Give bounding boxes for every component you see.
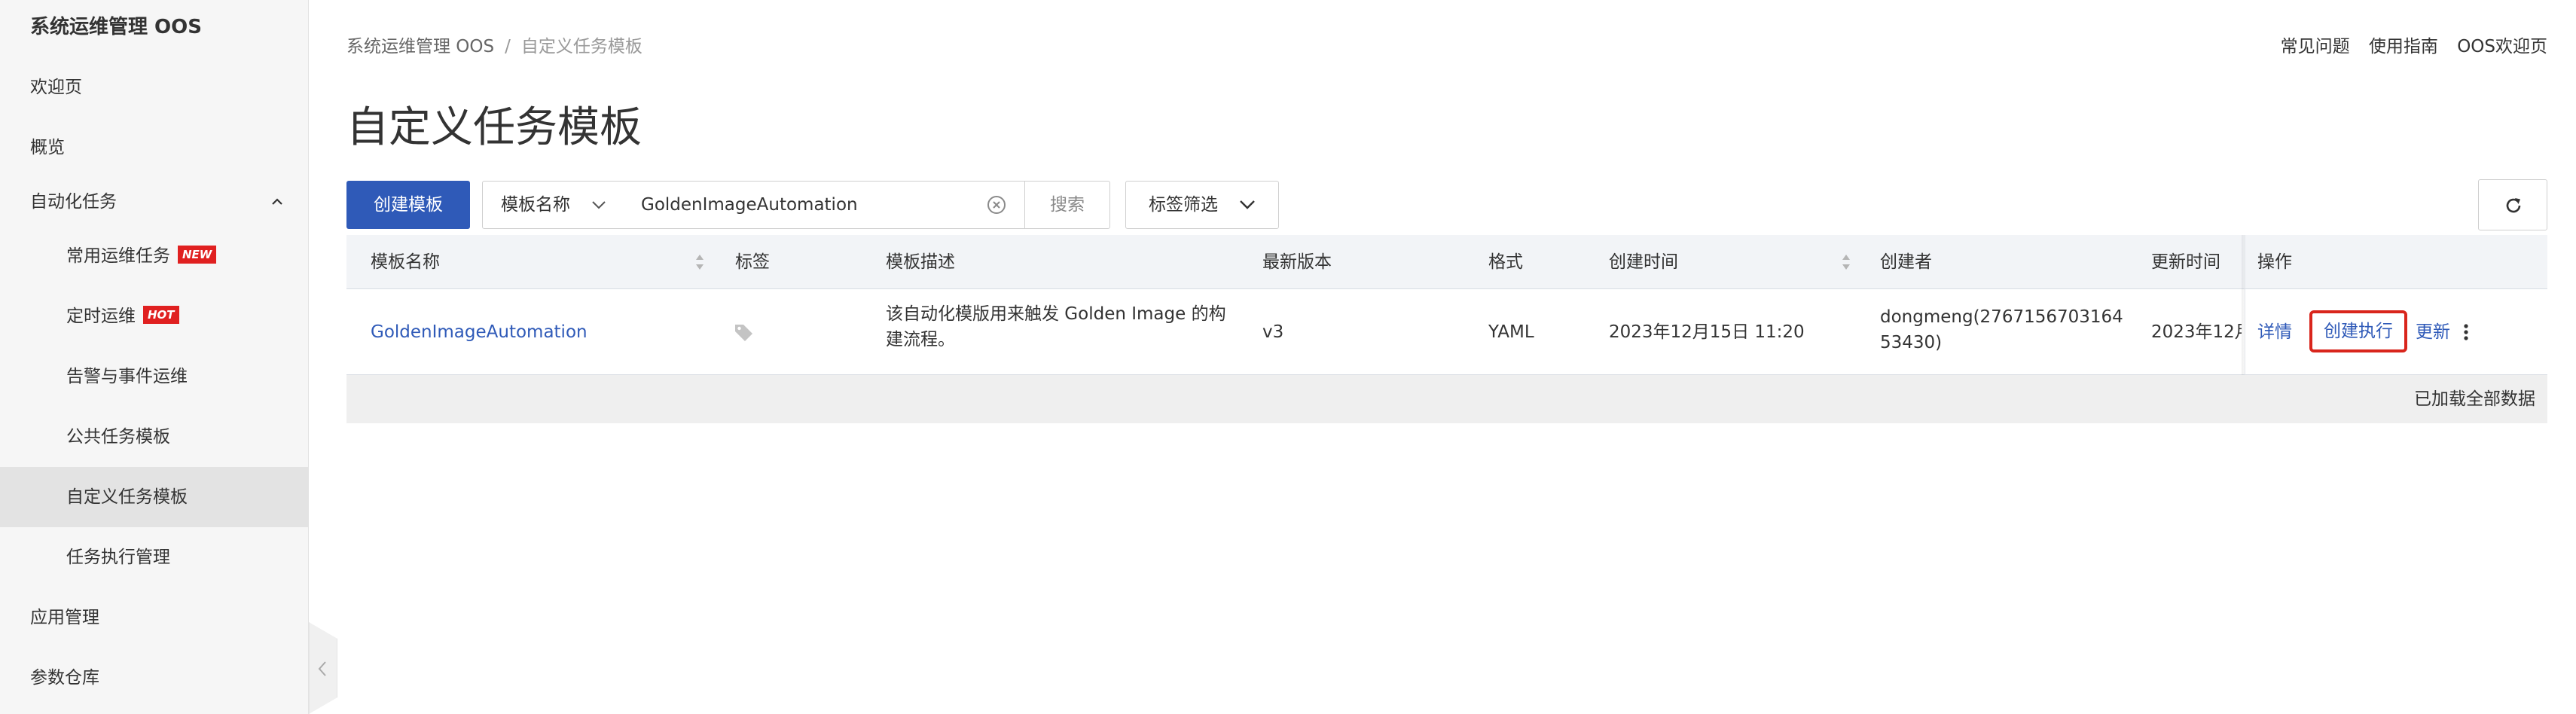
sidebar-item-label: 常用运维任务 (66, 246, 170, 266)
template-version: v3 (1262, 322, 1284, 342)
details-link[interactable]: 详情 (2257, 319, 2292, 345)
sidebar-group-automation[interactable]: 自动化任务 (0, 175, 309, 229)
search-field-select-value: 模板名称 (501, 195, 570, 215)
search-input[interactable] (621, 181, 1025, 229)
new-badge: NEW (178, 245, 217, 264)
top-links: 常见问题 使用指南 OOS欢迎页 (2267, 32, 2547, 57)
column-header-format: 格式 (1488, 252, 1523, 272)
refresh-icon (2506, 198, 2521, 213)
sidebar-item-label: 任务执行管理 (66, 548, 170, 567)
chevron-down-icon (592, 201, 606, 209)
column-header-description: 模板描述 (886, 252, 955, 272)
more-vertical-icon[interactable] (2462, 321, 2470, 343)
sidebar-item-parameters[interactable]: 参数仓库 (0, 648, 309, 708)
faq-link[interactable]: 常见问题 (2281, 37, 2350, 56)
tag-icon[interactable] (734, 322, 755, 342)
column-header-tags: 标签 (735, 252, 770, 272)
welcome-link[interactable]: OOS欢迎页 (2457, 37, 2547, 56)
sidebar-item-public-templates[interactable]: 公共任务模板 (0, 407, 309, 467)
description-line: 该自动化模版用来触发 Golden Image 的构 (886, 304, 1226, 324)
breadcrumb-separator: / (505, 37, 511, 56)
tag-filter-button[interactable]: 标签筛选 (1125, 181, 1279, 229)
guide-link[interactable]: 使用指南 (2369, 37, 2438, 56)
chevron-down-icon (1240, 200, 1255, 209)
chevron-left-icon (318, 661, 326, 676)
sidebar-item-scheduled[interactable]: 定时运维 HOT (0, 286, 309, 346)
sidebar-item-overview[interactable]: 概览 (0, 117, 309, 178)
template-description: 该自动化模版用来触发 Golden Image 的构 建流程。 (886, 301, 1240, 352)
sidebar-item-common-tasks[interactable]: 常用运维任务 NEW (0, 226, 309, 286)
column-header-actions: 操作 (2257, 252, 2292, 272)
sidebar-item-label: 概览 (30, 138, 65, 157)
search-button[interactable]: 搜索 (1024, 181, 1110, 229)
sidebar-item-label: 欢迎页 (30, 78, 82, 97)
create-template-button[interactable]: 创建模板 (346, 181, 470, 229)
ops-header-cell: 操作 (2245, 235, 2547, 289)
sidebar-item-welcome[interactable]: 欢迎页 (0, 57, 309, 117)
template-created-time: 2023年12月15日 11:20 (1609, 322, 1805, 342)
sidebar-item-custom-templates[interactable]: 自定义任务模板 (0, 467, 309, 527)
creator-line: dongmeng(2767156703164 (1880, 307, 2123, 327)
sort-icon[interactable] (694, 252, 705, 273)
column-header-name: 模板名称 (371, 252, 440, 272)
breadcrumb-root[interactable]: 系统运维管理 OOS (346, 37, 494, 56)
column-header-version: 最新版本 (1262, 252, 1332, 272)
sidebar-item-label: 定时运维 (66, 307, 136, 326)
sidebar: 系统运维管理 OOS 欢迎页 概览 自动化任务 常用运维任务 NEW 定时运维 HO… (0, 0, 309, 714)
page-title: 自定义任务模板 (346, 103, 642, 152)
template-updated-time: 2023年12月 (2151, 322, 2242, 342)
template-format: YAML (1488, 322, 1534, 342)
chevron-up-icon (272, 198, 282, 205)
search-field-select[interactable]: 模板名称 (482, 181, 622, 229)
update-link[interactable]: 更新 (2416, 319, 2450, 345)
hot-badge: HOT (143, 305, 179, 324)
sidebar-item-label: 应用管理 (30, 608, 99, 627)
templates-table: 模板名称 标签 模板描述 最新版本 格式 创建时间 创建者 更新时间 Golde… (346, 235, 2547, 423)
breadcrumb-current: 自定义任务模板 (520, 37, 642, 56)
table-footer: 已加载全部数据 (346, 375, 2547, 423)
clear-icon[interactable] (987, 195, 1006, 215)
template-name-link[interactable]: GoldenImageAutomation (371, 319, 588, 345)
breadcrumb: 系统运维管理 OOS / 自定义任务模板 (346, 32, 642, 57)
template-creator: dongmeng(2767156703164 53430) (1880, 304, 2136, 355)
sidebar-item-label: 告警与事件运维 (66, 367, 188, 386)
column-header-updated: 更新时间 (2151, 252, 2220, 272)
sidebar-item-label: 自动化任务 (30, 192, 117, 212)
creator-line: 53430) (1880, 333, 1943, 352)
app-root: 系统运维管理 OOS 欢迎页 概览 自动化任务 常用运维任务 NEW 定时运维 HO… (0, 0, 2576, 714)
ops-column: 操作 详情 更新 (2245, 235, 2547, 375)
sidebar-item-label: 公共任务模板 (66, 427, 170, 447)
sidebar-item-alerts[interactable]: 告警与事件运维 (0, 346, 309, 407)
column-header-created: 创建时间 (1609, 252, 1678, 272)
column-header-creator: 创建者 (1880, 252, 1932, 272)
table-row: GoldenImageAutomation 该自动化模版用来触发 Golden … (346, 289, 2547, 375)
description-line: 建流程。 (886, 330, 955, 349)
table-header: 模板名称 标签 模板描述 最新版本 格式 创建时间 创建者 更新时间 (346, 235, 2547, 289)
sidebar-item-executions[interactable]: 任务执行管理 (0, 527, 309, 587)
refresh-button[interactable] (2478, 179, 2547, 230)
create-execution-button[interactable]: 创建执行 (2309, 310, 2407, 352)
sidebar-item-label: 自定义任务模板 (66, 487, 188, 507)
load-status: 已加载全部数据 (2414, 389, 2535, 409)
sort-icon[interactable] (1841, 252, 1851, 273)
sidebar-title: 系统运维管理 OOS (30, 16, 202, 38)
sidebar-item-applications[interactable]: 应用管理 (0, 587, 309, 648)
tag-filter-label: 标签筛选 (1149, 195, 1218, 215)
sidebar-collapse-handle[interactable] (309, 622, 337, 714)
sidebar-item-label: 参数仓库 (30, 668, 99, 688)
